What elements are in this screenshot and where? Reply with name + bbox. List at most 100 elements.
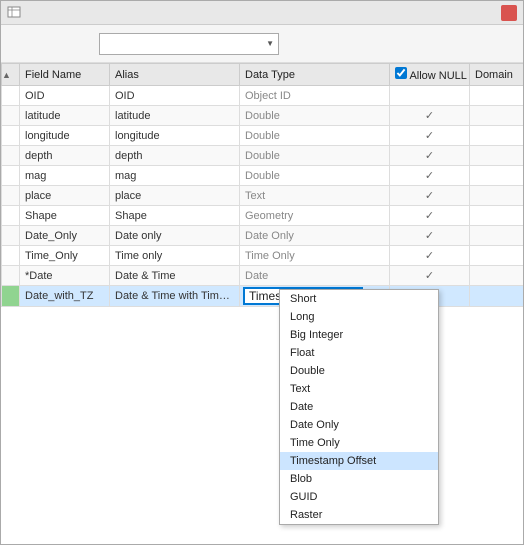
data-type-cell[interactable]: Double	[240, 166, 390, 186]
table-row: latitudelatitudeDouble✓	[2, 106, 524, 126]
col-domain-header[interactable]: Domain	[470, 64, 524, 86]
data-type-cell[interactable]: Time Only	[240, 246, 390, 266]
field-name-cell[interactable]: place	[20, 186, 110, 206]
table-row: magmagDouble✓	[2, 166, 524, 186]
dropdown-menu-item[interactable]: Short	[280, 290, 438, 308]
domain-cell[interactable]	[470, 226, 524, 246]
current-layer-dropdown[interactable]: ▼	[99, 33, 279, 55]
row-sort-indicator	[2, 266, 20, 286]
allow-null-cell: ✓	[390, 146, 470, 166]
allow-null-cell	[390, 86, 470, 106]
table-row: OIDOIDObject ID	[2, 86, 524, 106]
table-body: OIDOIDObject IDlatitudelatitudeDouble✓lo…	[2, 86, 524, 307]
alias-cell[interactable]: Shape	[110, 206, 240, 226]
field-name-cell[interactable]: Date_with_TZ	[20, 286, 110, 307]
alias-cell[interactable]: Date & Time with Timezone Offset	[110, 286, 240, 307]
col-data-type-header[interactable]: Data Type	[240, 64, 390, 86]
alias-cell[interactable]: Date only	[110, 226, 240, 246]
data-type-cell[interactable]: Object ID	[240, 86, 390, 106]
alias-cell[interactable]: OID	[110, 86, 240, 106]
alias-cell[interactable]: mag	[110, 166, 240, 186]
dropdown-menu-item[interactable]: Text	[280, 380, 438, 398]
domain-cell[interactable]	[470, 166, 524, 186]
domain-cell[interactable]	[470, 106, 524, 126]
field-name-cell[interactable]: mag	[20, 166, 110, 186]
alias-cell[interactable]: Date & Time	[110, 266, 240, 286]
dropdown-menu-item[interactable]: Date	[280, 398, 438, 416]
field-name-cell[interactable]: Date_Only	[20, 226, 110, 246]
sort-arrow-icon: ▲	[2, 70, 11, 80]
allow-null-cell: ✓	[390, 226, 470, 246]
table-row: placeplaceText✓	[2, 186, 524, 206]
fields-table: ▲ Field Name Alias Data Type Allow NULL …	[1, 63, 523, 307]
allow-null-cell: ✓	[390, 126, 470, 146]
dropdown-menu-item[interactable]: Blob	[280, 470, 438, 488]
field-name-cell[interactable]: depth	[20, 146, 110, 166]
dropdown-menu-item[interactable]: Raster	[280, 506, 438, 524]
row-sort-indicator	[2, 106, 20, 126]
dropdown-menu-item[interactable]: Float	[280, 344, 438, 362]
alias-cell[interactable]: Time only	[110, 246, 240, 266]
close-button[interactable]	[501, 5, 517, 21]
domain-cell[interactable]	[470, 126, 524, 146]
domain-cell[interactable]	[470, 246, 524, 266]
fields-table-container: ▲ Field Name Alias Data Type Allow NULL …	[1, 63, 523, 544]
domain-cell[interactable]	[470, 206, 524, 226]
table-row: ShapeShapeGeometry✓	[2, 206, 524, 226]
alias-cell[interactable]: place	[110, 186, 240, 206]
table-row: longitudelongitudeDouble✓	[2, 126, 524, 146]
alias-cell[interactable]: latitude	[110, 106, 240, 126]
row-sort-indicator	[2, 166, 20, 186]
current-layer-dropdown-arrow: ▼	[266, 39, 274, 48]
dropdown-menu-item[interactable]: Time Only	[280, 434, 438, 452]
table-row: *DateDate & TimeDate✓	[2, 266, 524, 286]
title-bar	[1, 1, 523, 25]
domain-cell[interactable]	[470, 186, 524, 206]
data-type-cell[interactable]: Geometry	[240, 206, 390, 226]
row-sort-indicator	[2, 126, 20, 146]
dropdown-menu-item[interactable]: Double	[280, 362, 438, 380]
field-name-cell[interactable]: *Date	[20, 266, 110, 286]
domain-cell[interactable]	[470, 86, 524, 106]
domain-cell[interactable]	[470, 266, 524, 286]
row-sort-indicator	[2, 186, 20, 206]
table-row: Date_with_TZDate & Time with Timezone Of…	[2, 286, 524, 307]
field-name-cell[interactable]: latitude	[20, 106, 110, 126]
data-type-cell[interactable]: Double	[240, 146, 390, 166]
table-row: Time_OnlyTime onlyTime Only✓	[2, 246, 524, 266]
domain-cell[interactable]	[470, 286, 524, 307]
main-window: ▼ ▲ Field Name Alias Data Type Allow NUL…	[0, 0, 524, 545]
alias-cell[interactable]: longitude	[110, 126, 240, 146]
field-name-cell[interactable]: Shape	[20, 206, 110, 226]
data-type-cell[interactable]: Date Only	[240, 226, 390, 246]
col-field-name-header[interactable]: Field Name	[20, 64, 110, 86]
field-name-cell[interactable]: OID	[20, 86, 110, 106]
allow-null-cell: ✓	[390, 266, 470, 286]
table-row: depthdepthDouble✓	[2, 146, 524, 166]
data-type-cell[interactable]: Double	[240, 126, 390, 146]
dropdown-menu-item[interactable]: GUID	[280, 488, 438, 506]
dropdown-menu-item[interactable]: Timestamp Offset	[280, 452, 438, 470]
row-sort-indicator	[2, 86, 20, 106]
col-allow-null-header[interactable]: Allow NULL	[390, 64, 470, 86]
dropdown-menu-item[interactable]: Big Integer	[280, 326, 438, 344]
data-type-cell[interactable]: Double	[240, 106, 390, 126]
alias-cell[interactable]: depth	[110, 146, 240, 166]
dropdown-menu-item[interactable]: Long	[280, 308, 438, 326]
data-type-cell[interactable]: Date	[240, 266, 390, 286]
field-name-cell[interactable]: Time_Only	[20, 246, 110, 266]
allow-null-header-checkbox[interactable]	[395, 67, 407, 79]
field-name-cell[interactable]: longitude	[20, 126, 110, 146]
current-layer-bar: ▼	[1, 25, 523, 63]
data-type-cell[interactable]: Text	[240, 186, 390, 206]
row-sort-indicator	[2, 286, 20, 307]
col-sort-header: ▲	[2, 64, 20, 86]
allow-null-cell: ✓	[390, 166, 470, 186]
col-alias-header[interactable]: Alias	[110, 64, 240, 86]
domain-cell[interactable]	[470, 146, 524, 166]
dropdown-menu-item[interactable]: Date Only	[280, 416, 438, 434]
fields-icon	[7, 6, 21, 20]
data-type-dropdown-menu: ShortLongBig IntegerFloatDoubleTextDateD…	[279, 289, 439, 525]
allow-null-cell: ✓	[390, 106, 470, 126]
table-row: Date_OnlyDate onlyDate Only✓	[2, 226, 524, 246]
